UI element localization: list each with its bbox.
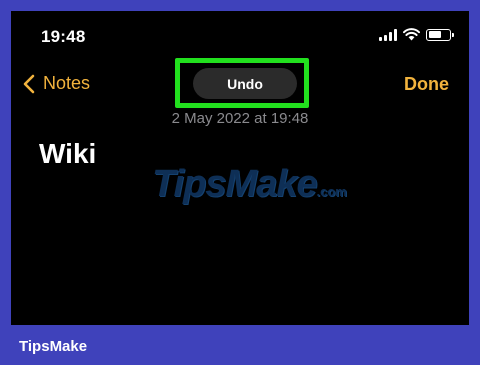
footer-brand: TipsMake bbox=[19, 338, 88, 355]
back-button-label: Notes bbox=[43, 73, 91, 93]
wifi-icon bbox=[403, 28, 420, 41]
status-time: 19:48 bbox=[41, 27, 86, 46]
watermark-suffix: .com bbox=[316, 184, 347, 199]
note-date: 2 May 2022 at 19:48 bbox=[171, 110, 309, 127]
phone-screen: 19:48 Notes Undo Done 2 May 2022 at 19:4… bbox=[11, 11, 469, 325]
note-title[interactable]: Wiki bbox=[39, 138, 96, 170]
undo-button[interactable]: Undo bbox=[193, 68, 297, 99]
back-to-notes-button[interactable]: Notes bbox=[23, 73, 90, 94]
status-icons bbox=[379, 28, 454, 41]
chevron-left-icon bbox=[23, 74, 35, 93]
battery-icon bbox=[426, 28, 454, 41]
done-button[interactable]: Done bbox=[404, 74, 449, 95]
cellular-signal-icon bbox=[379, 28, 397, 41]
watermark-logo: TipsMake.com bbox=[152, 163, 347, 206]
watermark-text: TipsMake bbox=[152, 163, 317, 205]
